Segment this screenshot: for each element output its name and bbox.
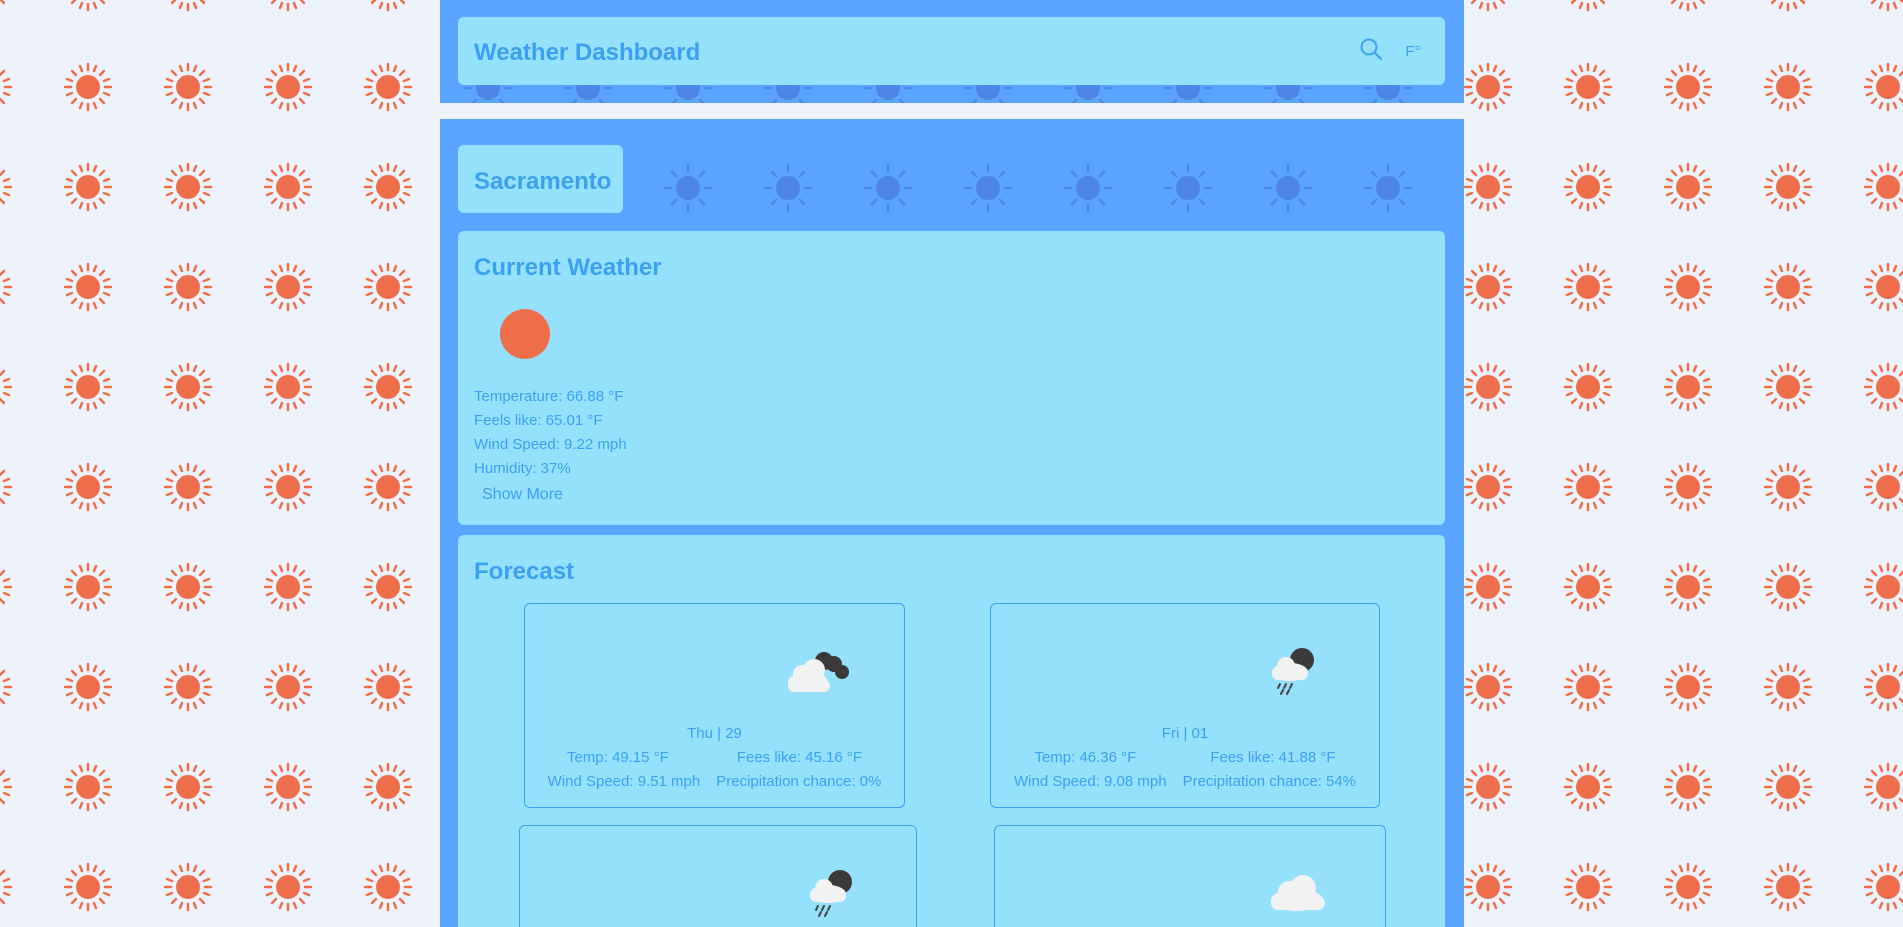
app-title: Weather Dashboard — [474, 39, 701, 66]
panel-divider — [440, 103, 1464, 119]
forecast-precip: Precipitation chance: 0% — [716, 773, 882, 790]
city-name: Sacramento — [474, 168, 612, 195]
forecast-temp: Temp: 49.15 °F — [566, 749, 669, 766]
forecast-precip: Precipitation chance: 54% — [1182, 773, 1357, 790]
forecast-wind: Wind Speed: 9.08 mph — [1013, 773, 1167, 790]
forecast-date: Fri | 01 — [1161, 725, 1209, 742]
forecast-section: Forecast Thu | 29 Temp: 49.15 °F Fees lik… — [458, 535, 1445, 927]
rain-night-icon — [810, 870, 852, 917]
forecast-title: Forecast — [474, 558, 575, 585]
rain-night-icon — [1272, 648, 1314, 695]
temperature-text: Temperature: 66.88 °F — [474, 388, 624, 405]
forecast-card[interactable] — [994, 825, 1386, 927]
forecast-card[interactable]: Fri | 01 Temp: 46.36 °F Fees like: 41.88 … — [990, 603, 1380, 808]
unit-toggle-button[interactable]: F° — [1398, 43, 1428, 63]
city-tab-sacramento[interactable]: Sacramento — [458, 145, 623, 213]
current-weather-card: Current Weather Temperature: 66.88 °F Fe… — [458, 231, 1445, 525]
forecast-card[interactable]: Thu | 29 Temp: 49.15 °F Fees like: 45.16 … — [524, 603, 905, 808]
wind-speed-text: Wind Speed: 9.22 mph — [474, 436, 627, 453]
current-weather-title: Current Weather — [474, 254, 662, 281]
show-more-button[interactable]: Show More — [482, 486, 563, 504]
forecast-feels-like: Fees like: 45.16 °F — [736, 749, 863, 766]
forecast-temp: Temp: 46.36 °F — [1034, 749, 1137, 766]
cloudy-night-icon — [788, 652, 849, 692]
main-panel: Weather Dashboard F° Sacramento Current … — [440, 0, 1464, 927]
forecast-feels-like: Fees like: 41.88 °F — [1210, 749, 1336, 766]
header-bar: Weather Dashboard F° — [458, 17, 1445, 85]
search-icon[interactable] — [1358, 36, 1386, 64]
sun-icon — [500, 309, 550, 359]
forecast-date: Thu | 29 — [687, 725, 742, 742]
forecast-wind: Wind Speed: 9.51 mph — [547, 773, 701, 790]
forecast-card[interactable] — [519, 825, 917, 927]
cloud-icon — [1271, 875, 1325, 911]
feels-like-text: Feels like: 65.01 °F — [474, 412, 603, 429]
humidity-text: Humidity: 37% — [474, 460, 571, 477]
